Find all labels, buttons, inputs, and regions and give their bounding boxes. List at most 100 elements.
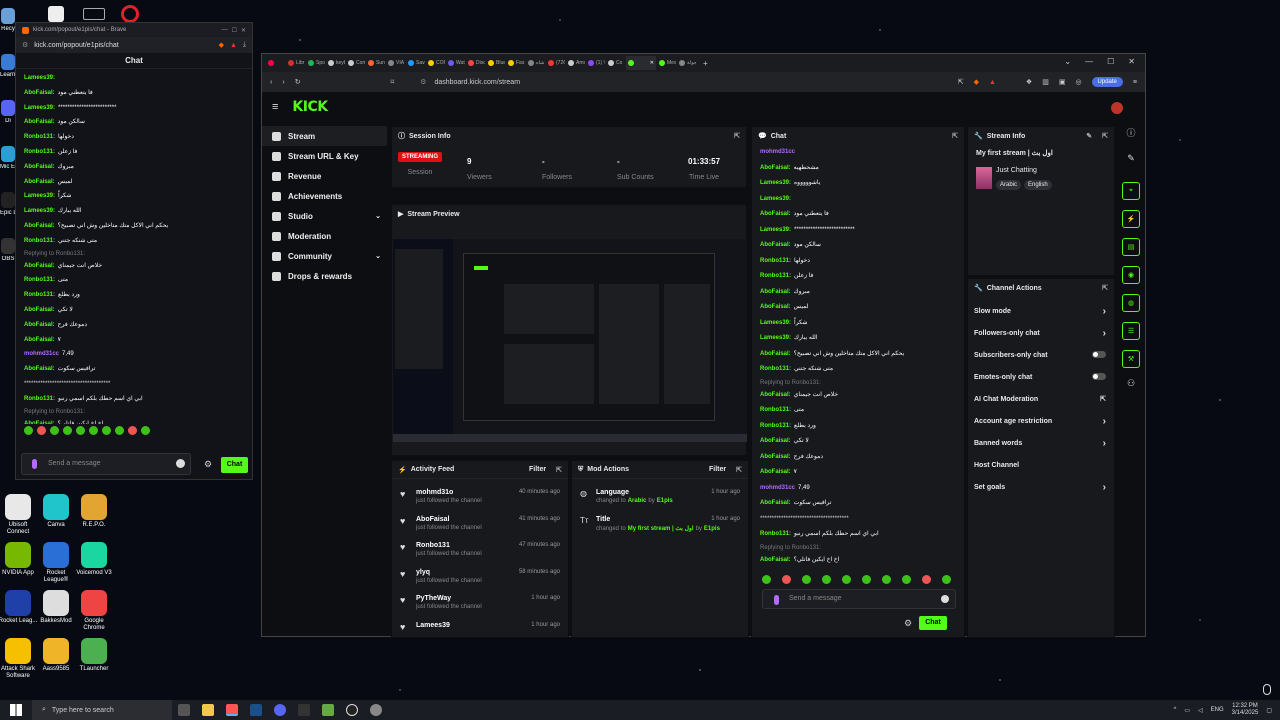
emote-icon[interactable]	[50, 426, 59, 435]
browser-tab[interactable]: Ams	[566, 56, 585, 70]
chat-username[interactable]: AboFaisal:	[24, 223, 55, 229]
tray-chevron-icon[interactable]: ^	[1173, 707, 1176, 713]
rewards-icon[interactable]: ▲	[230, 42, 237, 49]
chat-username[interactable]: Ronbo131:	[24, 238, 55, 244]
channel-action-set-goals[interactable]: Set goals ›	[968, 476, 1114, 498]
channel-action-emotes-only-chat[interactable]: Emotes-only chat	[968, 366, 1114, 388]
chevron-down-icon[interactable]: ⌄	[375, 252, 381, 260]
sidebar-icon[interactable]: ▥	[1042, 78, 1049, 86]
desktop-icon[interactable]: Ubisoft Connect	[0, 494, 38, 536]
channel-action-host-channel[interactable]: Host Channel	[968, 454, 1114, 476]
hamburger-menu-icon[interactable]: ≡	[272, 101, 278, 113]
chat-username[interactable]: Ronbo131:	[760, 407, 791, 413]
channel-action-account-age-restriction[interactable]: Account age restriction ›	[968, 410, 1114, 432]
chat-username[interactable]: AboFaisal:	[24, 337, 55, 343]
browser-tab[interactable]: ✕	[626, 56, 656, 70]
browser-tab[interactable]: شاه	[526, 56, 545, 70]
desktop-icon[interactable]: Di	[0, 100, 16, 125]
desktop-icon[interactable]: Learn this	[0, 54, 16, 79]
brave-shield-icon[interactable]: ◆	[974, 78, 979, 86]
dashboard-chat-button[interactable]: Chat	[919, 616, 947, 630]
chat-username[interactable]: AboFaisal:	[24, 366, 55, 372]
popout-icon[interactable]: ⇱	[734, 132, 740, 140]
browser-tab[interactable]: Wat	[446, 56, 465, 70]
forward-icon[interactable]: ›	[282, 79, 284, 86]
browser-tab[interactable]: keyb	[326, 56, 345, 70]
file-explorer-icon[interactable]	[202, 704, 214, 716]
emote-icon[interactable]	[762, 575, 771, 584]
task-view-icon[interactable]	[178, 704, 190, 716]
desktop-icon[interactable]: Rocket League®	[36, 542, 76, 584]
mic-icon[interactable]	[774, 595, 779, 605]
chat-username[interactable]: Ronbo131:	[24, 277, 55, 283]
chat-username[interactable]: AboFaisal:	[24, 164, 55, 170]
site-info-icon[interactable]: ⚙	[22, 41, 28, 49]
discord-icon[interactable]	[274, 704, 286, 716]
chat-username[interactable]: Lamees39:	[760, 227, 791, 233]
desktop-icon[interactable]: TLauncher	[74, 638, 114, 673]
chat-username[interactable]: AboFaisal:	[24, 119, 55, 125]
extensions-icon[interactable]: ❖	[1026, 78, 1032, 86]
sidebar-item-studio[interactable]: Studio ⌄	[262, 206, 387, 226]
emote-icon[interactable]	[89, 426, 98, 435]
menu-icon[interactable]: ≡	[1133, 79, 1137, 86]
user-avatar[interactable]	[1111, 102, 1123, 114]
browser-tab[interactable]: Save	[406, 56, 425, 70]
sidebar-item-drops-rewards[interactable]: Drops & rewards	[262, 266, 387, 286]
desktop-icon[interactable]: BakkesMod	[36, 590, 76, 625]
rail-users-icon[interactable]: ⚇	[1117, 378, 1145, 389]
popout-chat-button[interactable]: Chat	[221, 457, 248, 473]
emote-icon[interactable]	[942, 575, 951, 584]
minecraft-icon[interactable]	[322, 704, 334, 716]
stream-preview-video[interactable]	[393, 239, 747, 442]
chevron-down-icon[interactable]: ⌄	[375, 212, 381, 220]
chevron-down-icon[interactable]: ⌄	[1064, 57, 1071, 66]
chat-username[interactable]: Lamees39:	[760, 335, 791, 341]
channel-action-ai-chat-moderation[interactable]: AI Chat Moderation ⇱	[968, 388, 1114, 410]
rail-wrench-icon[interactable]: ⚒	[1122, 350, 1140, 368]
chevron-right-icon[interactable]: ›	[1103, 482, 1106, 493]
chat-username[interactable]: AboFaisal:	[24, 90, 55, 96]
desktop-icon[interactable]: Epic Lau	[0, 192, 16, 217]
desktop-icon[interactable]: Canva	[36, 494, 76, 529]
close-icon[interactable]: ✕	[1128, 57, 1135, 66]
activity-username[interactable]: PyTheWay	[416, 595, 482, 602]
chat-username[interactable]: AboFaisal:	[760, 500, 791, 506]
browser-tab[interactable]: VIA	[386, 56, 405, 70]
browser-tab[interactable]: Fas	[506, 56, 525, 70]
stream-tag[interactable]: English	[1024, 180, 1052, 190]
sidebar-item-moderation[interactable]: Moderation	[262, 226, 387, 246]
browser-tab[interactable]: Disc	[466, 56, 485, 70]
emote-icon[interactable]	[102, 426, 111, 435]
chat-username[interactable]: Lamees39:	[24, 75, 55, 81]
popout-settings-icon[interactable]: ⚙	[204, 459, 212, 470]
desktop-icon[interactable]: Attack Shark Software	[0, 638, 38, 680]
windows-start-icon[interactable]	[10, 704, 22, 716]
site-info-icon[interactable]: ⚙	[420, 78, 426, 86]
desktop-icon[interactable]: OBS	[0, 238, 16, 263]
toggle-switch[interactable]	[1092, 351, 1106, 358]
sidebar-item-stream[interactable]: Stream	[262, 126, 387, 146]
toggle-switch[interactable]	[1092, 373, 1106, 380]
rail-document-icon[interactable]: ▤	[1122, 238, 1140, 256]
rail-lightning-icon[interactable]: ⚡	[1122, 210, 1140, 228]
info-icon[interactable]: ⓘ	[1117, 126, 1145, 139]
popout-emote-bar[interactable]	[16, 424, 252, 437]
maximize-icon[interactable]: ☐	[232, 27, 237, 34]
mic-icon[interactable]	[32, 459, 37, 469]
emote-icon[interactable]	[115, 426, 124, 435]
chat-username[interactable]: mohmd31cc	[24, 351, 59, 357]
activity-username[interactable]: AboFaisal	[416, 516, 482, 523]
chevron-right-icon[interactable]: ›	[1103, 416, 1106, 427]
close-icon[interactable]: ✕	[241, 27, 246, 34]
chat-username[interactable]: AboFaisal:	[760, 351, 791, 357]
chat-username[interactable]: AboFaisal:	[24, 307, 55, 313]
url-field[interactable]: ⚙ dashboard.kick.com/stream	[404, 75, 948, 89]
vpn-icon[interactable]: ◎	[1075, 78, 1081, 86]
chat-username[interactable]: AboFaisal:	[760, 242, 791, 248]
activity-username[interactable]: Lamees39	[416, 622, 450, 629]
emoji-icon[interactable]	[941, 595, 949, 603]
chat-username[interactable]: AboFaisal:	[24, 421, 55, 424]
rewards-icon[interactable]: ▲	[989, 79, 996, 86]
chat-username[interactable]: Ronbo131:	[24, 134, 55, 140]
